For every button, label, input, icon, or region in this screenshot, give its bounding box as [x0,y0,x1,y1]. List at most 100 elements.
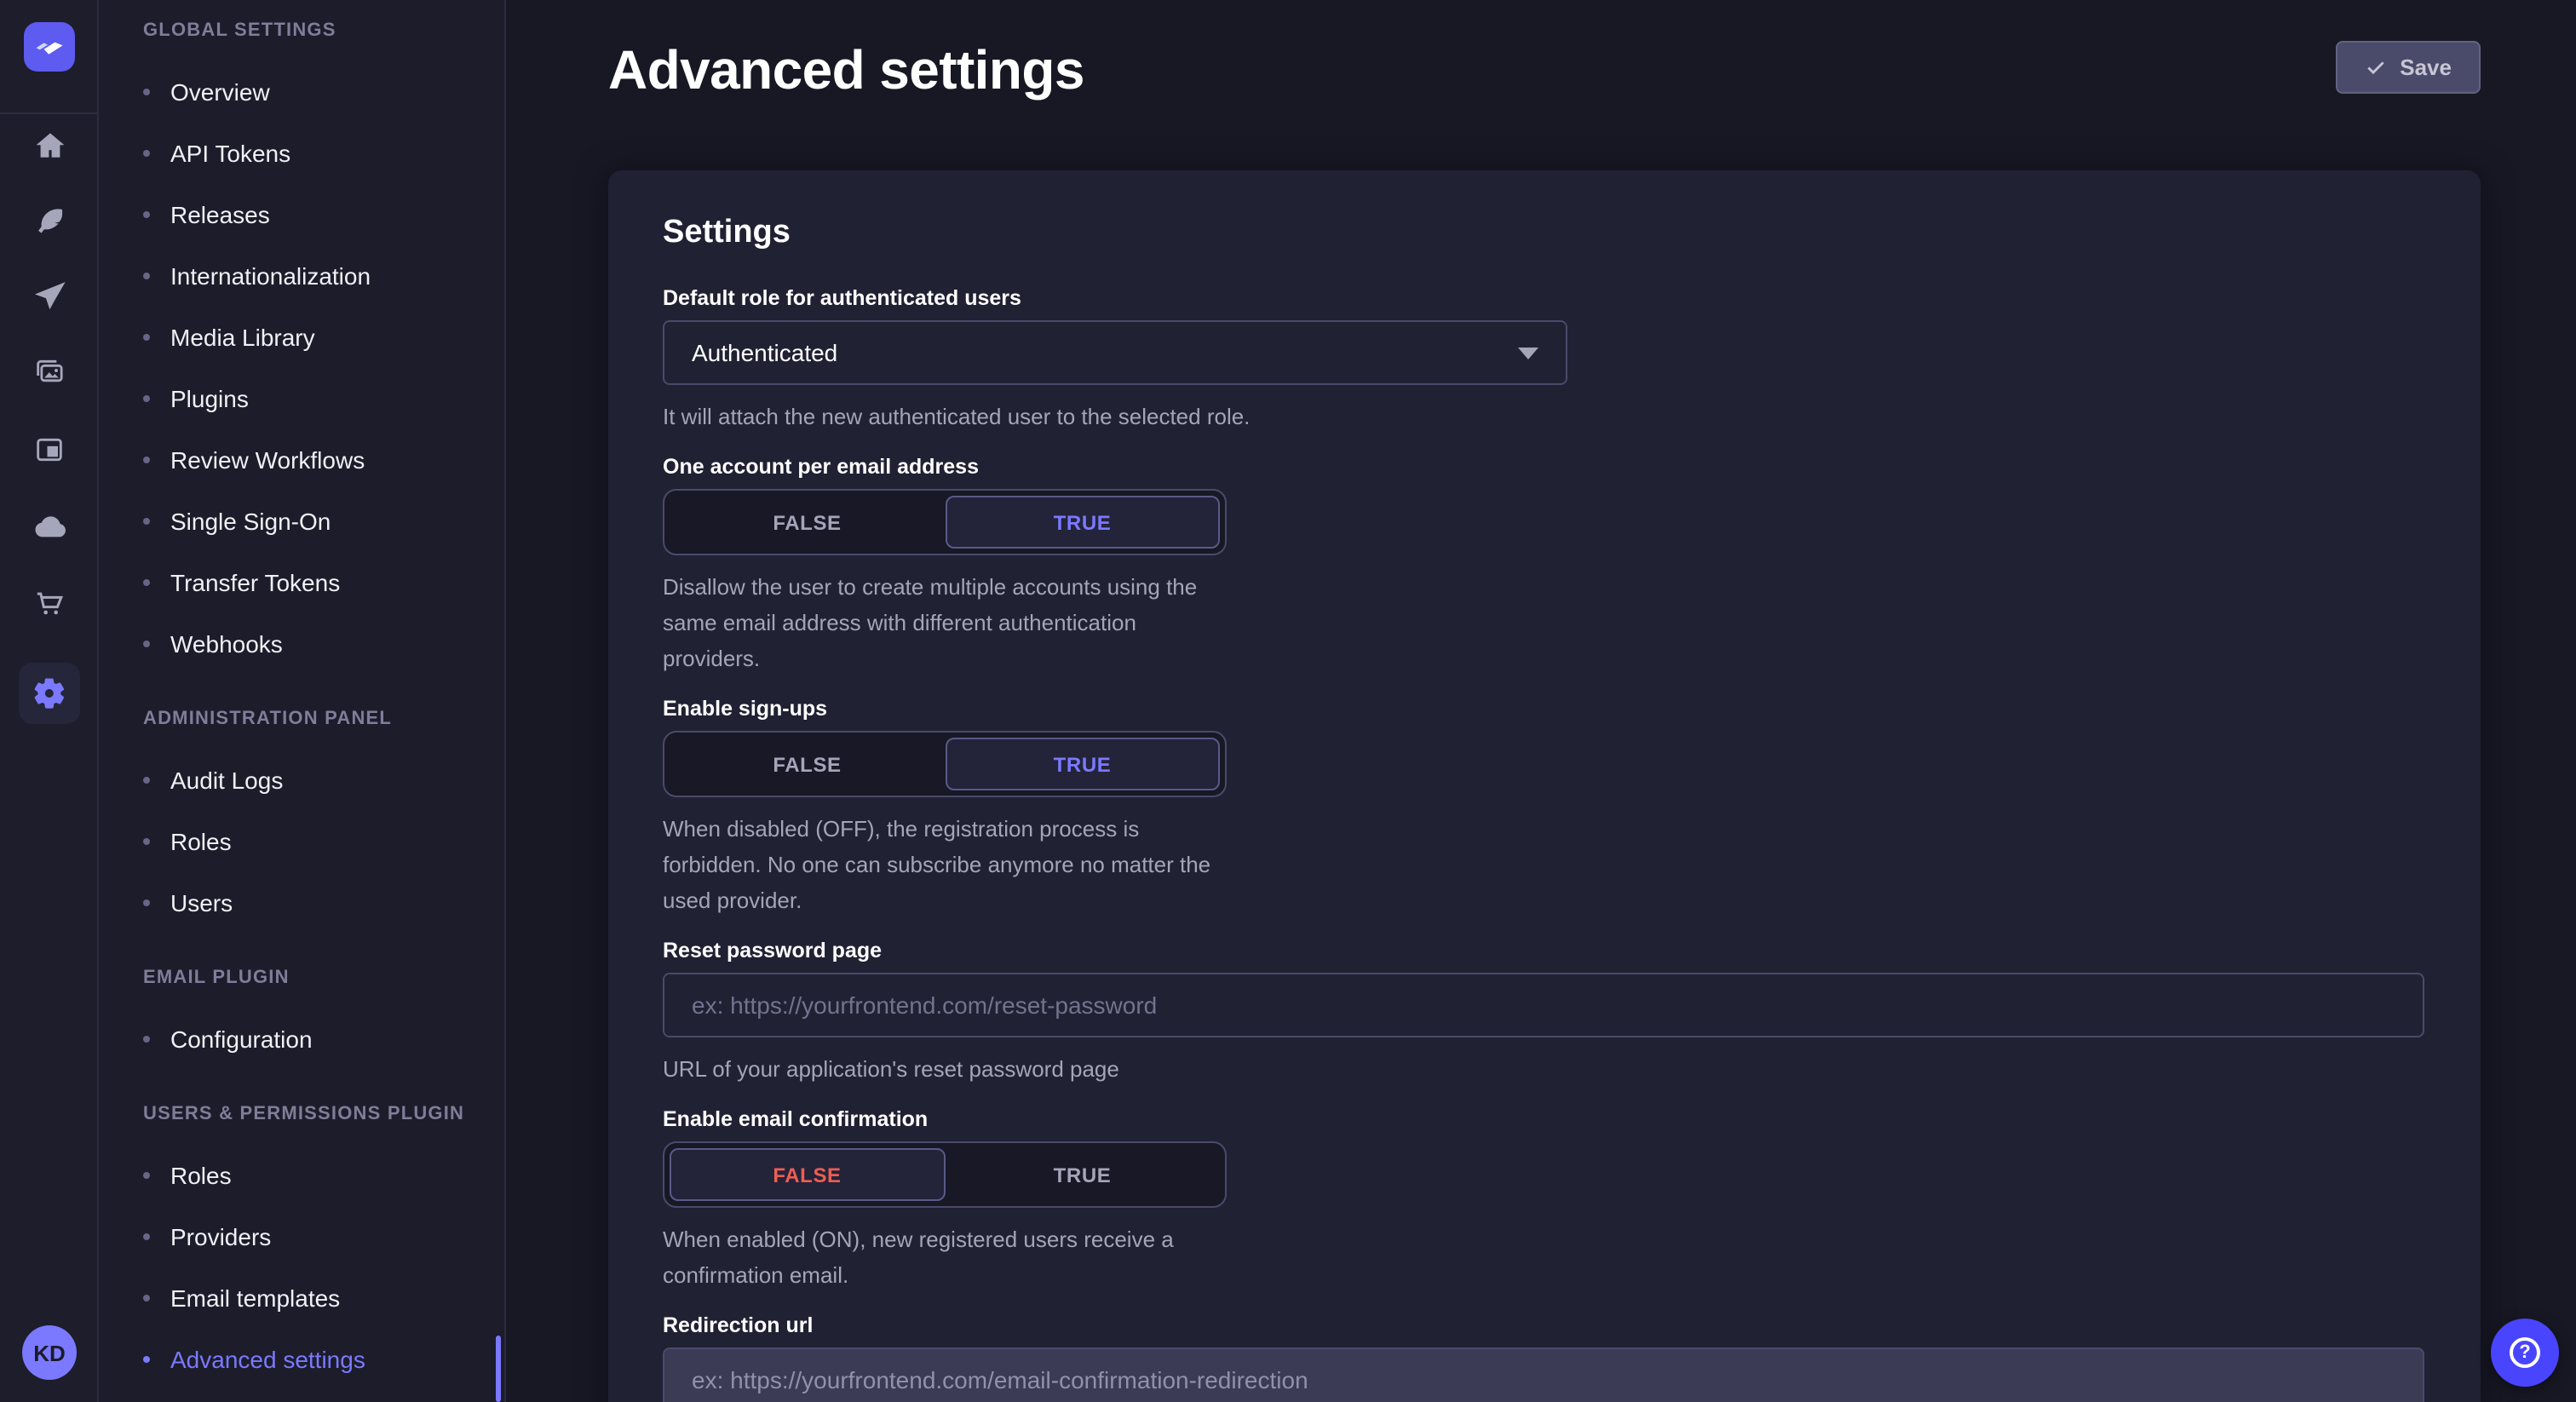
subnav-scrollbar-thumb[interactable] [496,1336,501,1402]
subnav-section-header: GLOBAL SETTINGS [99,10,504,51]
subnav-item-label: Configuration [170,1026,313,1053]
reset-password-input[interactable] [663,973,2424,1037]
cloud-icon[interactable] [19,496,80,557]
card-heading: Settings [663,215,2426,252]
subnav-item-up-roles[interactable]: Roles [99,1145,504,1206]
subnav-section-header: ADMINISTRATION PANEL [99,698,504,739]
bullet-icon [143,838,150,845]
bullet-icon [143,579,150,586]
field-hint: Disallow the user to create multiple acc… [663,569,1228,676]
field-label: Reset password page [663,939,2426,962]
strapi-logo-glyph [32,34,66,60]
subnav-item-label: Transfer Tokens [170,569,340,596]
subnav-item-label: Media Library [170,324,315,351]
bullet-icon [143,899,150,906]
bullet-icon [143,1356,150,1363]
subnav-item-label: API Tokens [170,140,290,167]
strapi-logo[interactable] [24,22,75,72]
default-role-select[interactable]: Authenticated [663,320,1567,385]
home-icon[interactable] [19,114,80,175]
field-label: Enable sign-ups [663,697,2426,721]
sign-ups-toggle: FALSE TRUE [663,731,1227,797]
bullet-icon [143,273,150,279]
subnav-item-admin-users[interactable]: Users [99,872,504,934]
field-label: One account per email address [663,455,2426,479]
field-hint: When enabled (ON), new registered users … [663,1221,1228,1293]
field-label: Redirection url [663,1313,2426,1337]
subnav-section-global: Overview API Tokens Releases Internation… [99,61,504,675]
subnav-section-admin-panel: Audit Logs Roles Users [99,750,504,934]
subnav-item-single-sign-on[interactable]: Single Sign-On [99,491,504,552]
field-label: Enable email confirmation [663,1107,2426,1131]
toggle-option-true[interactable]: TRUE [945,1148,1220,1201]
subnav-item-label: Advanced settings [170,1346,365,1373]
toggle-option-false[interactable]: FALSE [670,1148,945,1201]
subnav-item-internationalization[interactable]: Internationalization [99,245,504,307]
subnav-item-label: Plugins [170,385,249,412]
subnav-item-label: Webhooks [170,630,283,658]
redirection-url-input[interactable] [663,1347,2424,1402]
bullet-icon [143,1295,150,1301]
field-redirection-url: Redirection url [663,1313,2426,1402]
field-hint: It will attach the new authenticated use… [663,399,2426,434]
subnav-item-label: Internationalization [170,262,371,290]
subnav-section-email-plugin: Configuration [99,1008,504,1070]
save-button[interactable]: Save [2335,41,2481,94]
page-title: Advanced settings [608,39,1084,102]
subnav-item-label: Audit Logs [170,767,283,794]
subnav-item-audit-logs[interactable]: Audit Logs [99,750,504,811]
chevron-down-icon [1518,347,1538,359]
subnav-item-plugins[interactable]: Plugins [99,368,504,429]
subnav-item-email-configuration[interactable]: Configuration [99,1008,504,1070]
settings-card: Settings Default role for authenticated … [608,170,2481,1402]
marketplace-cart-icon[interactable] [19,572,80,634]
bullet-icon [143,641,150,647]
subnav-item-webhooks[interactable]: Webhooks [99,613,504,675]
field-enable-email-confirmation: Enable email confirmation FALSE TRUE Whe… [663,1107,2426,1293]
toggle-option-true[interactable]: TRUE [945,738,1220,790]
toggle-option-false[interactable]: FALSE [670,496,945,549]
email-confirmation-toggle: FALSE TRUE [663,1141,1227,1208]
field-label: Default role for authenticated users [663,286,2426,310]
subnav-item-up-email-templates[interactable]: Email templates [99,1267,504,1329]
subnav-item-overview[interactable]: Overview [99,61,504,123]
subnav-item-label: Providers [170,1223,271,1250]
media-library-icon[interactable] [19,341,80,402]
subnav-item-transfer-tokens[interactable]: Transfer Tokens [99,552,504,613]
subnav-item-releases[interactable]: Releases [99,184,504,245]
subnav-section-users-permissions: Roles Providers Email templates Advanced… [99,1145,504,1390]
bullet-icon [143,395,150,402]
bullet-icon [143,334,150,341]
field-hint: URL of your application's reset password… [663,1051,2426,1087]
subnav-item-review-workflows[interactable]: Review Workflows [99,429,504,491]
field-reset-password-page: Reset password page URL of your applicat… [663,939,2426,1087]
field-default-role: Default role for authenticated users Aut… [663,286,2426,434]
subnav-item-label: Releases [170,201,270,228]
subnav-item-up-providers[interactable]: Providers [99,1206,504,1267]
bullet-icon [143,457,150,463]
bullet-icon [143,1172,150,1179]
content-manager-icon[interactable] [19,419,80,480]
field-enable-sign-ups: Enable sign-ups FALSE TRUE When disabled… [663,697,2426,918]
toggle-option-true[interactable]: TRUE [945,496,1220,549]
bullet-icon [143,1036,150,1043]
subnav-item-media-library[interactable]: Media Library [99,307,504,368]
settings-gear-icon[interactable] [19,663,80,724]
subnav-item-label: Email templates [170,1284,340,1312]
bullet-icon [143,1233,150,1240]
subnav-item-label: Overview [170,78,270,106]
toggle-option-false[interactable]: FALSE [670,738,945,790]
help-button[interactable]: ? [2491,1319,2559,1387]
subnav-item-label: Review Workflows [170,446,365,474]
subnav-item-admin-roles[interactable]: Roles [99,811,504,872]
feather-icon[interactable] [19,189,80,250]
settings-subnav: GLOBAL SETTINGS Overview API Tokens Rele… [99,0,506,1402]
subnav-section-header: EMAIL PLUGIN [99,957,504,998]
subnav-item-api-tokens[interactable]: API Tokens [99,123,504,184]
bullet-icon [143,777,150,784]
avatar[interactable]: KD [22,1325,77,1380]
subnav-item-up-advanced-settings[interactable]: Advanced settings [99,1329,504,1390]
send-icon[interactable] [19,264,80,325]
bullet-icon [143,211,150,218]
subnav-item-label: Roles [170,1162,232,1189]
